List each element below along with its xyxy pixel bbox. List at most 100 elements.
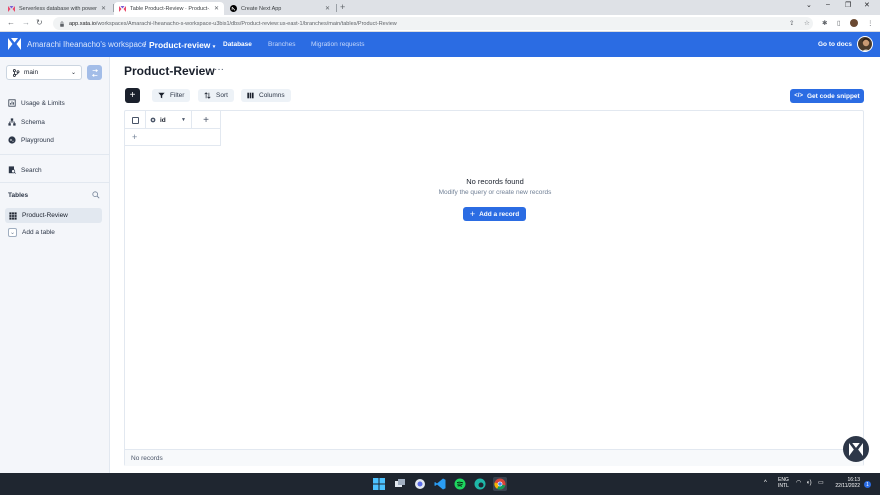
tab-divider xyxy=(336,4,337,12)
columns-button[interactable]: Columns xyxy=(241,89,291,102)
close-window-icon[interactable]: ✕ xyxy=(864,1,870,9)
filter-button[interactable]: Filter xyxy=(152,89,191,102)
plus-icon: + xyxy=(469,209,476,219)
sidebar-item-search[interactable]: Search xyxy=(8,166,42,174)
sidebar-divider xyxy=(0,182,109,183)
language-indicator[interactable]: ENG INTL xyxy=(778,477,789,489)
database-breadcrumb[interactable]: Product-review ▾ xyxy=(149,40,215,50)
git-branch-icon xyxy=(12,68,20,77)
sidebar-item-usage[interactable]: Usage & Limits xyxy=(8,99,65,107)
extensions-icon[interactable]: ✱ xyxy=(822,19,827,27)
checkbox-box xyxy=(131,116,139,124)
address-bar-row: ← → ↻ app.xata.io/workspaces/Amarachi-Ih… xyxy=(0,15,880,32)
xata-logo-icon[interactable] xyxy=(8,38,21,50)
language-layout: INTL xyxy=(778,483,789,489)
close-icon[interactable]: ✕ xyxy=(101,5,106,12)
sort-button[interactable]: Sort xyxy=(198,89,234,102)
sidebar-item-label: Search xyxy=(21,166,42,174)
task-view-icon[interactable] xyxy=(394,478,406,490)
go-to-docs-link[interactable]: Go to docs xyxy=(818,41,852,48)
add-table-button[interactable]: ⌄ Add a table xyxy=(8,228,55,237)
url-bar[interactable]: app.xata.io/workspaces/Amarachi-Iheanach… xyxy=(53,17,813,30)
record-count: No records xyxy=(131,454,163,462)
branch-selector[interactable]: main ⌄ xyxy=(6,65,82,80)
chevron-down-icon: ▾ xyxy=(212,43,216,50)
nextjs-favicon-icon xyxy=(230,5,237,12)
compare-branches-button[interactable] xyxy=(87,65,102,80)
reload-icon[interactable]: ↻ xyxy=(36,18,43,27)
battery-icon[interactable]: ▭ xyxy=(818,480,824,486)
browser-tab-1[interactable]: Table Product-Review · Product-… ✕ xyxy=(114,2,224,15)
volume-icon[interactable]: ◖) xyxy=(806,480,812,486)
breadcrumb-separator: / xyxy=(144,40,147,49)
forward-icon[interactable]: → xyxy=(22,18,30,27)
browser-menu-icon[interactable]: ⋮ xyxy=(867,19,874,27)
nav-branches[interactable]: Branches xyxy=(268,41,295,48)
add-record-button[interactable]: + Add a record xyxy=(463,207,526,221)
usage-icon xyxy=(8,99,16,107)
profile-avatar-icon[interactable] xyxy=(850,19,858,27)
close-icon[interactable]: ✕ xyxy=(214,5,219,12)
vscode-icon[interactable] xyxy=(434,478,446,490)
user-avatar[interactable] xyxy=(857,36,873,52)
share-icon[interactable]: ⇪ xyxy=(789,19,794,27)
sidebar-item-product-review[interactable]: Product-Review xyxy=(5,208,102,223)
url-host: app.xata.io xyxy=(69,20,96,27)
notification-badge[interactable]: 1 xyxy=(864,481,871,488)
plus-icon: + xyxy=(129,90,136,101)
browser-tab-0[interactable]: Serverless database with powerf… ✕ xyxy=(3,2,111,15)
help-chat-button[interactable] xyxy=(843,436,869,462)
new-tab-icon[interactable]: + xyxy=(340,2,345,12)
back-icon[interactable]: ← xyxy=(7,18,15,27)
sidebar-item-playground[interactable]: Playground xyxy=(8,136,54,144)
column-header-id[interactable]: id ▼ xyxy=(146,111,192,129)
sidebar-item-schema[interactable]: Schema xyxy=(8,118,45,126)
more-options-icon[interactable]: ··· xyxy=(214,64,224,75)
tab-label: Create Next App xyxy=(241,5,282,12)
playground-icon xyxy=(8,136,16,144)
get-code-snippet-button[interactable]: </> Get code snippet xyxy=(790,89,864,103)
os-taskbar: ^ ENG INTL ◠ ◖) ▭ 16:13 22/11/2022 1 xyxy=(0,473,880,495)
workspace-breadcrumb[interactable]: Amarachi Iheanacho's workspace xyxy=(27,40,146,49)
wifi-icon[interactable]: ◠ xyxy=(796,480,801,486)
sidebar: main ⌄ Usage & Limits Schema Playground … xyxy=(0,57,110,473)
windows-start-icon[interactable] xyxy=(373,478,385,490)
add-button[interactable]: + xyxy=(125,88,140,103)
snippet-label: Get code snippet xyxy=(806,92,860,100)
add-row-button[interactable]: + xyxy=(125,129,221,146)
bookmark-star-icon[interactable]: ☆ xyxy=(804,19,810,27)
tab-search-icon[interactable]: ⌄ xyxy=(806,1,812,9)
nav-migration-requests[interactable]: Migration requests xyxy=(311,41,364,48)
column-name: id xyxy=(160,116,166,124)
nav-database[interactable]: Database xyxy=(223,41,252,48)
sidebar-divider xyxy=(0,154,109,155)
empty-state-subtitle: Modify the query or create new records xyxy=(438,189,552,196)
tables-heading: Tables xyxy=(8,192,29,199)
id-key-icon xyxy=(150,117,156,123)
minimize-icon[interactable]: – xyxy=(826,1,830,8)
side-panel-icon[interactable]: ▯ xyxy=(837,19,841,27)
edge-icon[interactable] xyxy=(474,478,486,490)
select-all-checkbox[interactable] xyxy=(125,111,146,129)
lock-icon xyxy=(60,20,64,27)
filter-icon xyxy=(158,92,165,99)
close-icon[interactable]: ✕ xyxy=(325,5,330,12)
browser-tab-2[interactable]: Create Next App ✕ xyxy=(225,2,335,15)
sidebar-item-label: Playground xyxy=(21,136,54,144)
chat-icon[interactable] xyxy=(414,478,426,490)
chevron-down-icon[interactable]: ▼ xyxy=(181,117,186,123)
empty-state-title: No records found xyxy=(466,177,524,186)
spotify-icon[interactable] xyxy=(454,478,466,490)
clock[interactable]: 16:13 22/11/2022 xyxy=(832,477,860,489)
add-column-button[interactable]: + xyxy=(192,111,220,129)
table-icon xyxy=(9,211,17,220)
restore-icon[interactable]: ❐ xyxy=(845,1,851,9)
search-icon[interactable] xyxy=(92,191,100,199)
page-title: Product-Review xyxy=(124,64,215,78)
chevron-down-icon: ⌄ xyxy=(70,70,76,76)
url-path: /workspaces/Amarachi-Iheanacho-s-workspa… xyxy=(95,20,397,27)
search-doc-icon xyxy=(8,166,16,174)
browser-tab-bar: Serverless database with powerf… ✕ Table… xyxy=(0,0,880,15)
tray-chevron-icon[interactable]: ^ xyxy=(764,480,767,486)
chrome-icon[interactable] xyxy=(493,477,507,491)
